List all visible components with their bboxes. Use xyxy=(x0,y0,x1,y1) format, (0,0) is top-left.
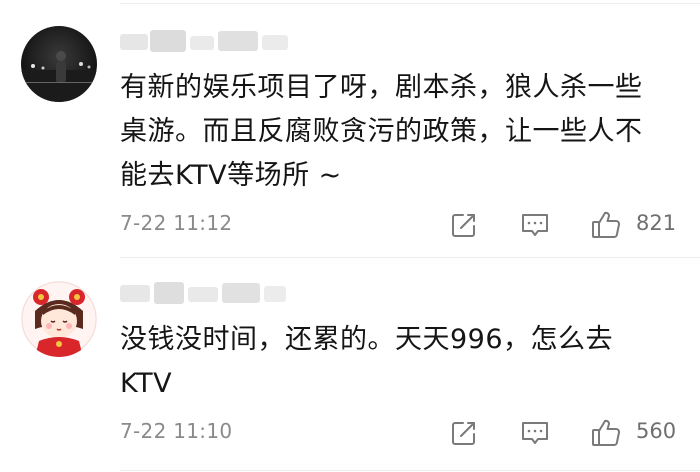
comment-meta: 7-22 11:12 821 xyxy=(0,207,700,243)
thumbs-up-icon[interactable] xyxy=(590,209,622,241)
username-blurred[interactable] xyxy=(120,28,290,56)
reply-icon[interactable] xyxy=(519,417,551,449)
comment-text-line: 能去KTV等场所 ~ xyxy=(120,160,342,191)
avatar[interactable] xyxy=(21,281,97,357)
reply-icon[interactable] xyxy=(519,209,551,241)
comment-text-line: KTV xyxy=(120,368,173,399)
comment-text: 有新的娱乐项目了呀，剧本杀，狼人杀一些 桌游。而且反腐败贪污的政策，让一些人不 … xyxy=(120,66,680,198)
comment-meta: 7-22 11:10 560 xyxy=(0,415,700,451)
thumbs-up-icon[interactable] xyxy=(590,417,622,449)
username-blurred[interactable] xyxy=(120,280,290,308)
share-icon[interactable] xyxy=(448,209,480,241)
timestamp: 7-22 11:12 xyxy=(120,211,233,235)
comment-text-line: 桌游。而且反腐败贪污的政策，让一些人不 xyxy=(120,116,643,147)
comment-item: 没钱没时间，还累的。天天996，怎么去 KTV 7-22 11:10 560 xyxy=(0,258,700,472)
share-icon[interactable] xyxy=(448,417,480,449)
avatar[interactable] xyxy=(21,26,97,102)
timestamp: 7-22 11:10 xyxy=(120,419,233,443)
like-count: 560 xyxy=(636,419,677,443)
comment-text: 没钱没时间，还累的。天天996，怎么去 KTV xyxy=(120,318,680,406)
like-count: 821 xyxy=(636,211,677,235)
comment-text-line: 没钱没时间，还累的。天天996，怎么去 xyxy=(120,324,614,355)
comment-item: 有新的娱乐项目了呀，剧本杀，狼人杀一些 桌游。而且反腐败贪污的政策，让一些人不 … xyxy=(0,0,700,258)
comment-divider xyxy=(120,470,700,471)
comment-text-line: 有新的娱乐项目了呀，剧本杀，狼人杀一些 xyxy=(120,72,643,103)
